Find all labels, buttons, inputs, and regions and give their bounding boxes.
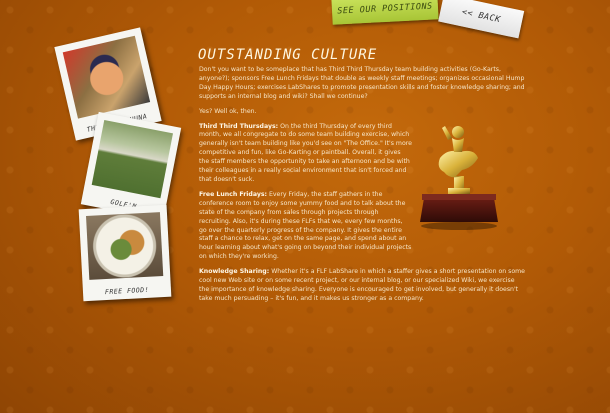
knowledge-sharing-paragraph: Knowledge Sharing: Whether it's a FLF La… [199, 268, 525, 304]
back-label: << BACK [460, 7, 502, 26]
see-our-positions-button[interactable]: SEE OUR POSITIONS [331, 0, 439, 25]
page-title: OUTSTANDING CULTURE [198, 47, 378, 63]
section-body: On the third Thursday of every third mon… [199, 122, 412, 183]
free-food-image [86, 212, 164, 280]
section-body: Every Friday, the staff gathers in the c… [199, 190, 412, 261]
free-lunch-fridays-paragraph: Free Lunch Fridays: Every Friday, the st… [199, 191, 412, 262]
section-heading: Knowledge Sharing: [199, 268, 270, 276]
yes-paragraph: Yes? Well ok, then. [199, 107, 257, 115]
intro-paragraph: Don't you want to be someplace that has … [199, 66, 525, 100]
section-heading: Free Lunch Fridays: [199, 190, 268, 198]
photo-free-food: FREE FOOD! [78, 204, 172, 302]
photo-caption: FREE FOOD! [104, 285, 150, 297]
back-button[interactable]: << BACK [438, 0, 525, 39]
big-kahuna-image [62, 35, 151, 119]
trophy-image [420, 126, 498, 230]
golf-image [91, 120, 173, 199]
see-our-positions-label: SEE OUR POSITIONS [337, 1, 433, 17]
third-thursdays-paragraph: Third Third Thursdays: On the third Thur… [199, 123, 412, 185]
section-heading: Third Third Thursdays: [199, 122, 279, 130]
